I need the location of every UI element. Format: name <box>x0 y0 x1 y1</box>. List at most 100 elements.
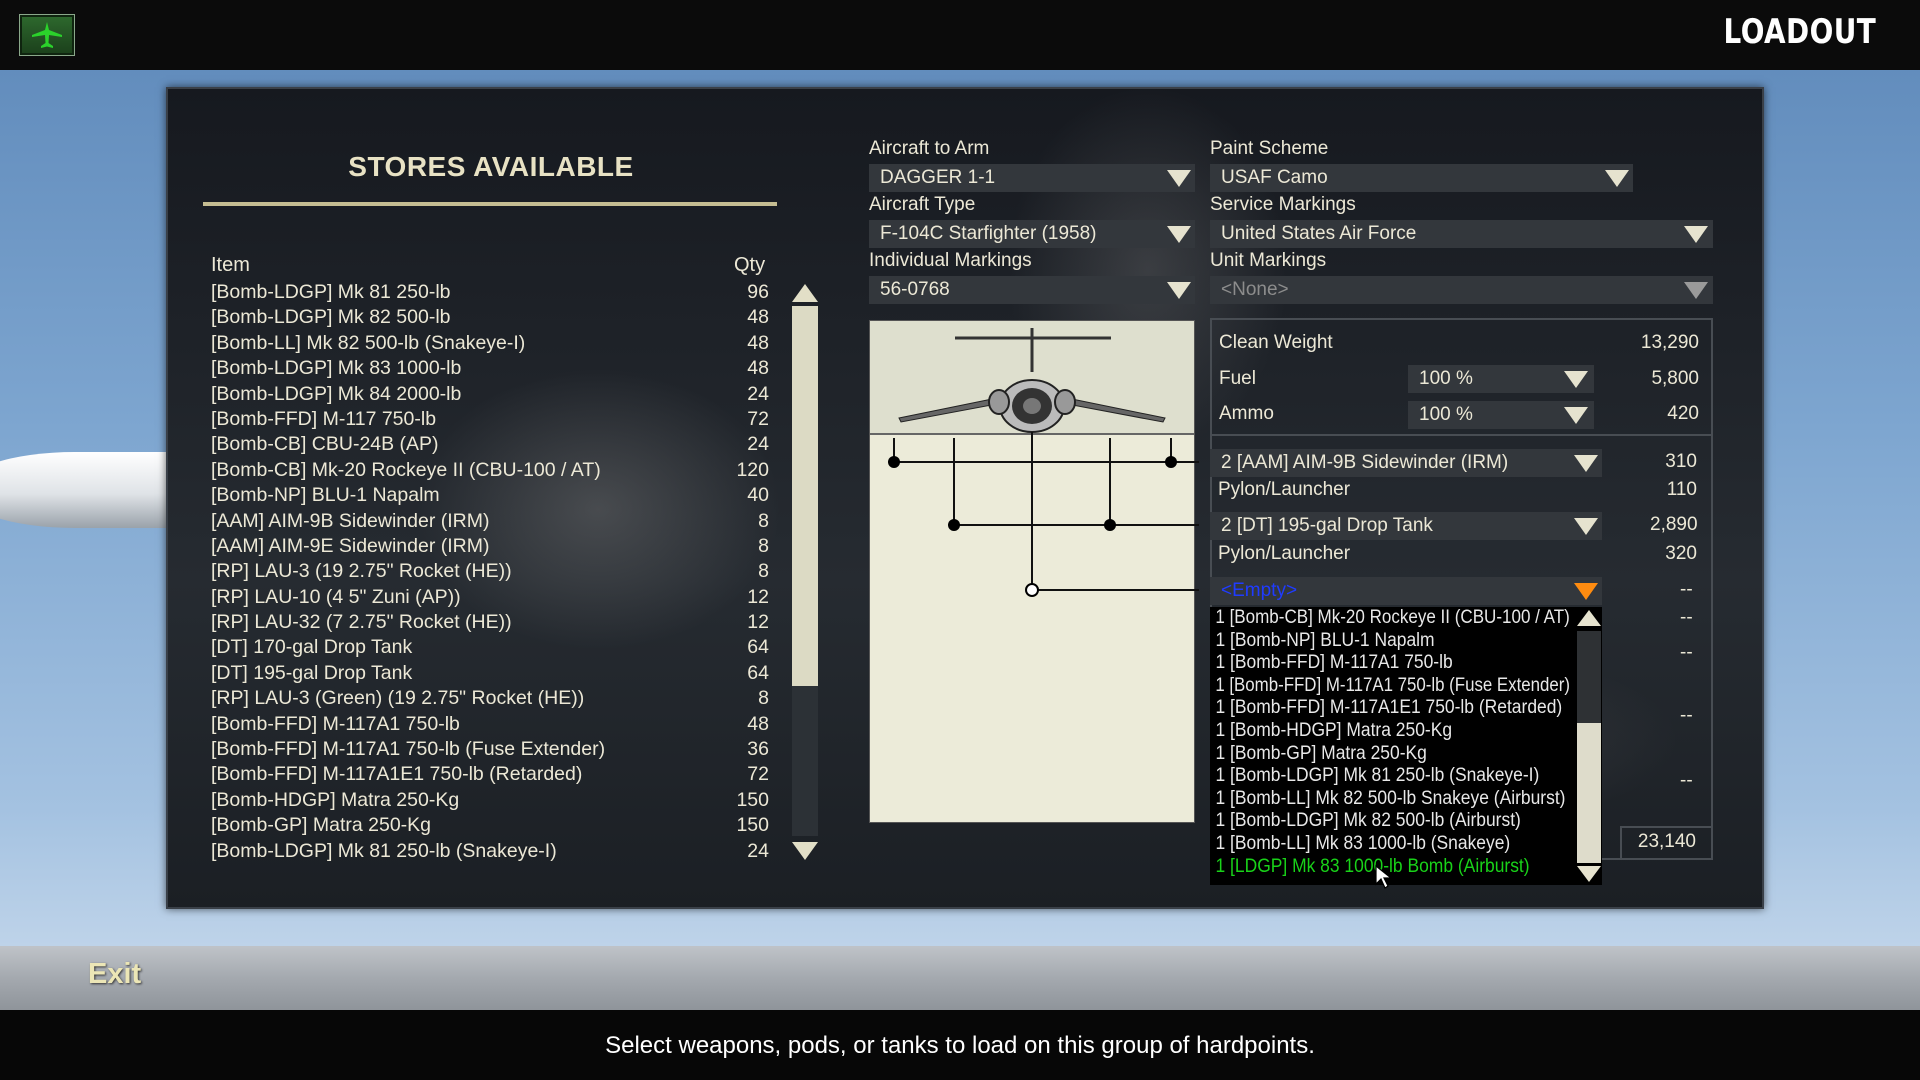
dropdown-option[interactable]: 1 [Bomb-LDGP] Mk 82 500-lb (Airburst) <box>1210 810 1570 833</box>
store-row[interactable]: [Bomb-LDGP] Mk 81 250-lb 96 <box>211 280 771 305</box>
store-row[interactable]: [RP] LAU-3 (19 2.75" Rocket (HE)) 8 <box>211 559 771 584</box>
service-markings-value: United States Air Force <box>1221 223 1417 244</box>
store-row[interactable]: [Bomb-CB] CBU-24B (AP) 24 <box>211 432 771 457</box>
paint-scheme-label: Paint Scheme <box>1210 138 1329 159</box>
dropdown-option[interactable]: 1 [Bomb-GP] Matra 250-Kg <box>1210 743 1570 766</box>
chevron-down-icon <box>1574 583 1598 600</box>
scroll-down-icon[interactable] <box>1577 866 1601 882</box>
hardpoint-1-pylon-label: Pylon/Launcher <box>1218 479 1351 500</box>
home-button[interactable] <box>19 14 75 56</box>
dropdown-option[interactable]: 1 [Bomb-LL] Mk 82 500-lb Snakeye (Airbur… <box>1210 788 1570 811</box>
store-name: [Bomb-FFD] M-117A1 750-lb <box>211 712 460 735</box>
store-row[interactable]: [Bomb-NP] BLU-1 Napalm 40 <box>211 483 771 508</box>
dropdown-option[interactable]: 1 [Bomb-LL] Mk 83 1000-lb (Snakeye) <box>1210 833 1570 856</box>
store-qty: 72 <box>747 407 769 430</box>
store-qty: 24 <box>747 839 769 862</box>
dropdown-scrollbar[interactable] <box>1576 607 1602 885</box>
store-qty: 24 <box>747 382 769 405</box>
paint-scheme-dropdown[interactable]: USAF Camo <box>1210 164 1633 192</box>
store-row[interactable]: [Bomb-GP] Matra 250-Kg 150 <box>211 813 771 838</box>
aircraft-to-arm-dropdown[interactable]: DAGGER 1-1 <box>869 164 1195 192</box>
store-qty: 40 <box>747 484 769 507</box>
fuel-dropdown[interactable]: 100 % <box>1408 365 1594 393</box>
empty-weight-dash: -- <box>1680 642 1693 663</box>
store-name: [RP] LAU-32 (7 2.75" Rocket (HE)) <box>211 611 512 634</box>
hardpoint-3-weight: -- <box>1680 579 1693 600</box>
store-row[interactable]: [Bomb-FFD] M-117A1E1 750-lb (Retarded) 72 <box>211 762 771 787</box>
dropdown-option[interactable]: 1 [Bomb-HDGP] Matra 250-Kg <box>1210 720 1570 743</box>
unit-markings-value: <None> <box>1221 279 1289 300</box>
individual-markings-dropdown[interactable]: 56-0768 <box>869 276 1195 304</box>
store-name: [Bomb-FFD] M-117A1 750-lb (Fuse Extender… <box>211 738 606 761</box>
empty-weight-dash: -- <box>1680 770 1693 791</box>
store-qty: 120 <box>736 458 769 481</box>
paint-scheme-value: USAF Camo <box>1221 167 1328 188</box>
chevron-down-icon <box>1167 226 1191 243</box>
stores-scrollbar[interactable] <box>790 282 820 862</box>
store-row[interactable]: [Bomb-FFD] M-117 750-lb 72 <box>211 407 771 432</box>
service-markings-dropdown[interactable]: United States Air Force <box>1210 220 1713 248</box>
store-row[interactable]: [DT] 170-gal Drop Tank 64 <box>211 635 771 660</box>
store-name: [AAM] AIM-9E Sidewinder (IRM) <box>211 534 490 557</box>
dropdown-option[interactable]: 1 [Bomb-CB] Mk-20 Rockeye II (CBU-100 / … <box>1210 607 1569 630</box>
unit-markings-dropdown[interactable]: <None> <box>1210 276 1713 304</box>
store-name: [Bomb-CB] Mk-20 Rockeye II (CBU-100 / AT… <box>211 458 601 481</box>
store-qty: 48 <box>747 712 769 735</box>
hardpoint-lines <box>888 328 1199 597</box>
ammo-weight-value: 420 <box>1667 403 1699 424</box>
col-header-qty: Qty <box>734 254 766 276</box>
clean-weight-label: Clean Weight <box>1219 332 1333 353</box>
ammo-label: Ammo <box>1219 403 1274 424</box>
ammo-dropdown[interactable]: 100 % <box>1408 401 1594 429</box>
dropdown-option[interactable]: 1 [Bomb-FFD] M-117A1 750-lb <box>1210 652 1570 675</box>
hardpoint-2-dropdown[interactable]: 2 [DT] 195-gal Drop Tank <box>1210 512 1602 540</box>
mouse-cursor-icon <box>1375 864 1393 889</box>
aircraft-front-icon <box>898 328 1166 433</box>
empty-weight-dash: -- <box>1680 705 1693 726</box>
fuel-setting: 100 % <box>1419 368 1473 389</box>
scroll-down-icon[interactable] <box>792 842 818 860</box>
ammo-setting: 100 % <box>1419 404 1473 425</box>
dropdown-option[interactable]: 1 [Bomb-FFD] M-117A1E1 750-lb (Retarded) <box>1210 697 1570 720</box>
store-qty: 12 <box>747 585 769 608</box>
exit-button[interactable]: Exit <box>88 958 141 991</box>
hardpoint-3-dropdown[interactable]: <Empty> <box>1210 577 1602 605</box>
hardpoint-1-dropdown[interactable]: 2 [AAM] AIM-9B Sidewinder (IRM) <box>1210 449 1602 477</box>
store-qty: 36 <box>747 738 769 761</box>
store-row[interactable]: [Bomb-LDGP] Mk 82 500-lb 48 <box>211 305 771 330</box>
store-row[interactable]: [Bomb-HDGP] Matra 250-Kg 150 <box>211 788 771 813</box>
aircraft-type-label: Aircraft Type <box>869 194 976 215</box>
scroll-thumb[interactable] <box>1577 723 1601 863</box>
store-row[interactable]: [RP] LAU-10 (4 5" Zuni (AP)) 12 <box>211 585 771 610</box>
store-row[interactable]: [RP] LAU-32 (7 2.75" Rocket (HE)) 12 <box>211 610 771 635</box>
store-row[interactable]: [Bomb-FFD] M-117A1 750-lb (Fuse Extender… <box>211 737 771 762</box>
store-qty: 24 <box>747 433 769 456</box>
bottom-bar <box>0 946 1920 1010</box>
store-qty: 72 <box>747 763 769 786</box>
chevron-down-icon <box>1684 226 1708 243</box>
aircraft-type-dropdown[interactable]: F-104C Starfighter (1958) <box>869 220 1195 248</box>
scroll-up-icon[interactable] <box>1577 610 1601 626</box>
clean-weight-value: 13,290 <box>1640 332 1699 353</box>
store-row[interactable]: [Bomb-LL] Mk 82 500-lb (Snakeye-I) 48 <box>211 331 771 356</box>
dropdown-option[interactable]: 1 [Bomb-NP] BLU-1 Napalm <box>1210 630 1570 653</box>
fuel-weight-value: 5,800 <box>1651 368 1699 389</box>
store-row[interactable]: [Bomb-LDGP] Mk 83 1000-lb 48 <box>211 356 771 381</box>
unit-markings-label: Unit Markings <box>1210 250 1327 271</box>
store-row[interactable]: [DT] 195-gal Drop Tank 64 <box>211 661 771 686</box>
fuel-label: Fuel <box>1219 368 1256 389</box>
store-row[interactable]: [AAM] AIM-9B Sidewinder (IRM) 8 <box>211 509 771 534</box>
dropdown-option[interactable]: 1 [Bomb-FFD] M-117A1 750-lb (Fuse Extend… <box>1210 675 1570 698</box>
store-dropdown-list: 1 [Bomb-CB] Mk-20 Rockeye II (CBU-100 / … <box>1210 607 1602 885</box>
store-name: [Bomb-LDGP] Mk 81 250-lb <box>211 281 451 303</box>
store-row[interactable]: [Bomb-FFD] M-117A1 750-lb 48 <box>211 712 771 737</box>
scroll-thumb[interactable] <box>792 306 818 686</box>
store-row[interactable]: [RP] LAU-3 (Green) (19 2.75" Rocket (HE)… <box>211 686 771 711</box>
store-row[interactable]: [AAM] AIM-9E Sidewinder (IRM) 8 <box>211 534 771 559</box>
store-name: [Bomb-FFD] M-117 750-lb <box>211 407 437 430</box>
scroll-up-icon[interactable] <box>792 284 818 302</box>
store-row[interactable]: [Bomb-LDGP] Mk 84 2000-lb 24 <box>211 382 771 407</box>
store-row[interactable]: [Bomb-LDGP] Mk 81 250-lb (Snakeye-I) 24 <box>211 839 771 864</box>
store-row[interactable]: [Bomb-CB] Mk-20 Rockeye II (CBU-100 / AT… <box>211 458 771 483</box>
dropdown-option[interactable]: 1 [Bomb-LDGP] Mk 81 250-lb (Snakeye-I) <box>1210 765 1570 788</box>
